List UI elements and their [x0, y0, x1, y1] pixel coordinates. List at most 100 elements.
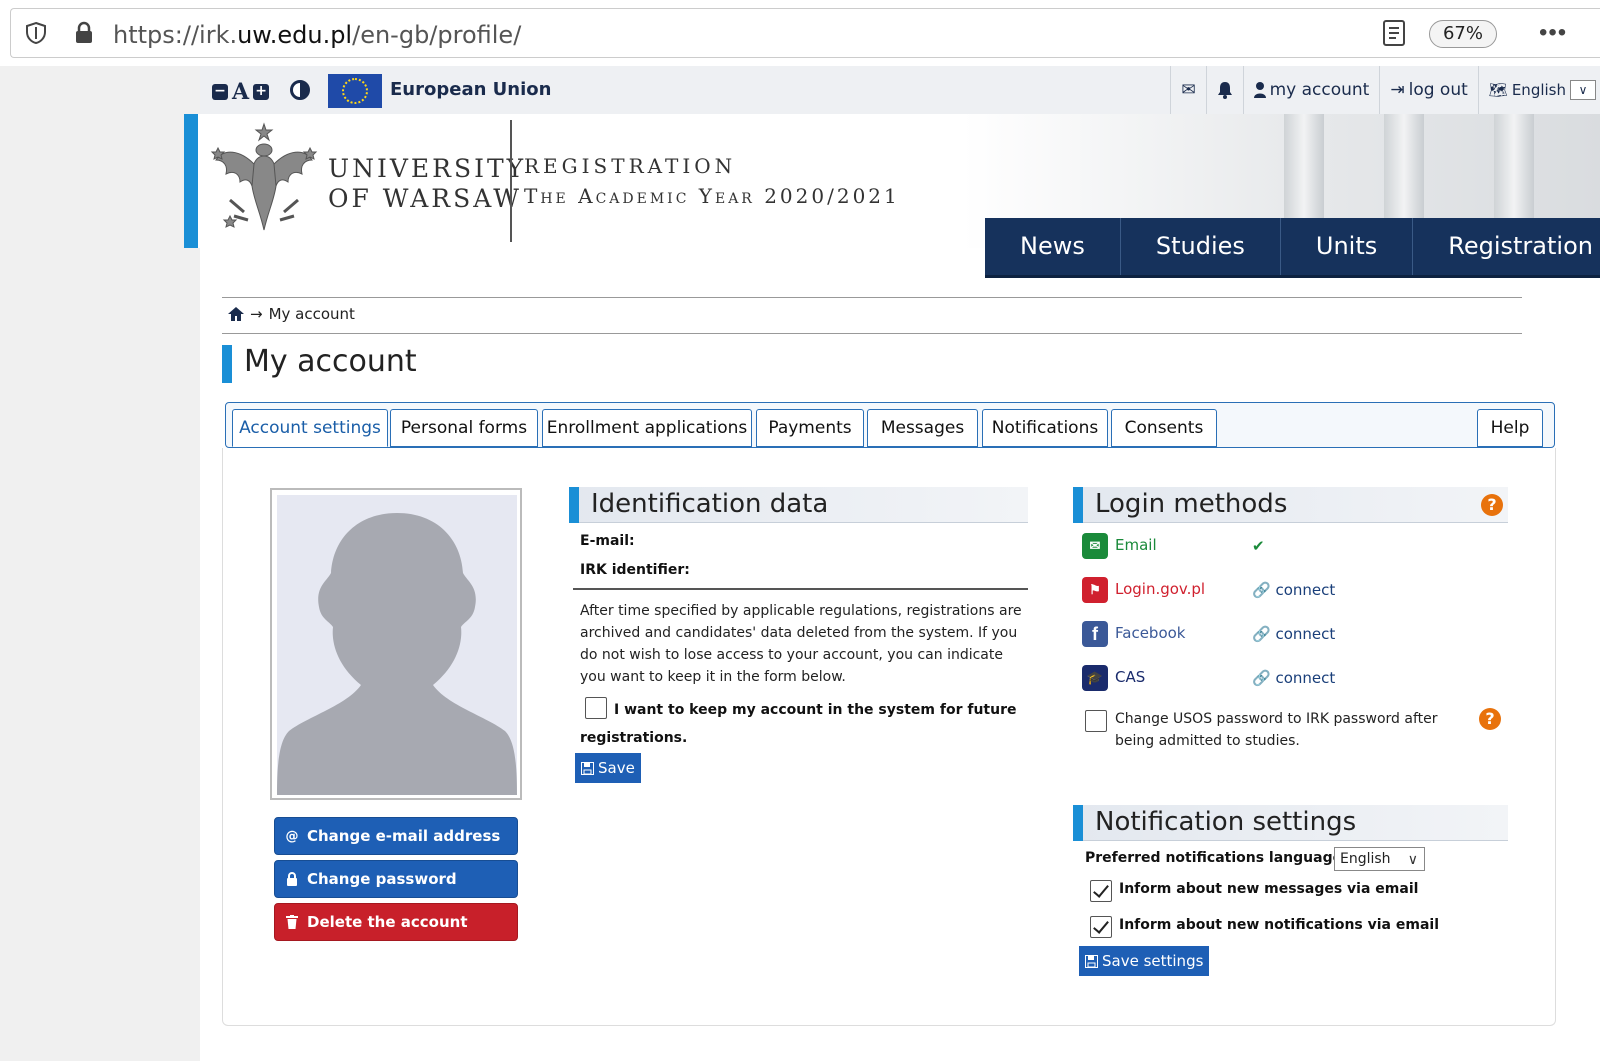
tab-personal-forms[interactable]: Personal forms [390, 409, 538, 447]
main-nav: News Studies Units Registration [985, 218, 1600, 278]
lock-icon [287, 872, 297, 886]
trash-icon [286, 915, 298, 929]
font-size-tools: − A + [212, 79, 270, 105]
tab-enrollment-applications[interactable]: Enrollment applications [542, 409, 752, 447]
language-switcher[interactable]: 🗺 English ∨ [1477, 66, 1600, 114]
identification-header: Identification data [569, 487, 1028, 523]
nav-studies[interactable]: Studies [1121, 218, 1281, 275]
logingov-connect-link[interactable]: 🔗 connect [1252, 581, 1335, 599]
envelope-icon: ✉ [1181, 80, 1196, 100]
top-strip: − A + European Union ✉ my account ⇥ log … [200, 66, 1600, 114]
account-tabs: Account settings Personal forms Enrollme… [225, 402, 1555, 448]
facebook-icon: f [1082, 621, 1108, 647]
my-account-label: my account [1269, 80, 1370, 100]
tab-help[interactable]: Help [1477, 409, 1543, 447]
registration-title: REGISTRATION [524, 154, 737, 178]
profile-photo [270, 488, 522, 800]
change-password-button[interactable]: Change password [274, 860, 518, 898]
envelope-icon: ✉ [1082, 533, 1108, 559]
header-accent-bar [184, 114, 198, 248]
tab-notifications[interactable]: Notifications [982, 409, 1108, 447]
usos-password-checkbox[interactable] [1085, 710, 1107, 732]
sign-out-icon: ⇥ [1390, 80, 1405, 100]
more-actions-icon[interactable]: ••• [1539, 19, 1567, 47]
login-methods-title: Login methods [1095, 489, 1288, 519]
inform-notifications-label[interactable]: Inform about new notifications via email [1119, 917, 1439, 933]
font-size-icon[interactable]: A [232, 79, 249, 105]
chevron-down-icon: ∨ [1407, 852, 1418, 868]
user-icon [1253, 82, 1266, 98]
login-method-email: ✉ Email ✔ [1082, 532, 1265, 560]
mail-link[interactable]: ✉ [1170, 66, 1205, 114]
url-text[interactable]: https://irk.uw.edu.pl/en-gb/profile/ [113, 21, 521, 49]
reader-view-icon[interactable] [1381, 19, 1407, 47]
contrast-icon[interactable] [290, 80, 310, 100]
breadcrumb-arrow: → [250, 305, 263, 323]
usos-password-label[interactable]: Change USOS password to IRK password aft… [1115, 708, 1455, 752]
nav-news[interactable]: News [985, 218, 1121, 275]
delete-account-button[interactable]: Delete the account [274, 903, 518, 941]
login-method-facebook-label: Facebook [1115, 624, 1186, 642]
my-account-link[interactable]: my account [1242, 66, 1380, 114]
bell-icon [1217, 82, 1232, 99]
login-methods-help-icon[interactable]: ? [1481, 494, 1503, 516]
university-eagle-logo[interactable] [210, 120, 318, 242]
eu-flag-icon [328, 74, 382, 108]
nav-registration[interactable]: Registration [1413, 218, 1600, 275]
breadcrumb-current: My account [268, 305, 355, 323]
inform-messages-label[interactable]: Inform about new messages via email [1119, 881, 1418, 897]
log-out-link[interactable]: ⇥ log out [1379, 66, 1477, 114]
tracking-shield-icon[interactable] [25, 21, 47, 45]
inform-messages-checkbox[interactable] [1090, 880, 1112, 902]
save-settings-button[interactable]: Save settings [1079, 946, 1210, 976]
university-name[interactable]: UNIVERSITY OF WARSAW [328, 154, 526, 214]
lock-icon[interactable] [73, 21, 95, 45]
eu-label: European Union [390, 79, 552, 100]
zoom-level-badge[interactable]: 67% [1429, 20, 1497, 48]
page-title-accent [222, 345, 232, 383]
language-icon: 🗺 [1488, 81, 1508, 99]
tab-consents[interactable]: Consents [1111, 409, 1217, 447]
language-label: English [1511, 81, 1566, 99]
tab-messages[interactable]: Messages [867, 409, 978, 447]
delete-account-label: Delete the account [307, 913, 468, 931]
header-divider [510, 120, 512, 242]
address-bar[interactable]: https://irk.uw.edu.pl/en-gb/profile/ 67%… [10, 8, 1600, 58]
login-method-email-label: Email [1115, 536, 1157, 554]
preferred-language-label: Preferred notifications language: [1085, 850, 1348, 866]
nav-units[interactable]: Units [1281, 218, 1414, 275]
save-settings-label: Save settings [1102, 952, 1204, 970]
notifications-link[interactable] [1205, 66, 1243, 114]
email-label: E-mail: [580, 533, 635, 549]
browser-toolbar: https://irk.uw.edu.pl/en-gb/profile/ 67%… [0, 0, 1600, 66]
facebook-connect-link[interactable]: 🔗 connect [1252, 625, 1335, 643]
font-increase-icon[interactable]: + [253, 84, 270, 100]
person-silhouette-icon [277, 513, 517, 795]
inform-notifications-checkbox[interactable] [1090, 916, 1112, 938]
at-sign-icon: @ [285, 828, 299, 844]
breadcrumb-bottom-rule [222, 333, 1522, 334]
change-password-label: Change password [307, 870, 457, 888]
page-title: My account [244, 344, 417, 379]
log-out-label: log out [1408, 80, 1468, 100]
avatar-placeholder [277, 495, 517, 795]
tab-payments[interactable]: Payments [756, 409, 864, 447]
chevron-down-icon[interactable]: ∨ [1570, 80, 1596, 100]
usos-help-icon[interactable]: ? [1479, 708, 1501, 730]
font-decrease-icon[interactable]: − [212, 84, 228, 100]
login-method-cas: 🎓 CAS 🔗 connect [1082, 664, 1335, 692]
flag-icon: ⚑ [1082, 577, 1108, 603]
change-email-button[interactable]: @ Change e-mail address [274, 817, 518, 855]
home-icon[interactable] [228, 307, 244, 321]
cas-connect-link[interactable]: 🔗 connect [1252, 669, 1335, 687]
keep-account-label[interactable]: I want to keep my account in the system … [580, 696, 1020, 752]
preferred-language-select[interactable]: English ∨ [1334, 847, 1425, 871]
notification-settings-title: Notification settings [1095, 807, 1357, 837]
breadcrumb: → My account [228, 305, 355, 323]
login-method-cas-label: CAS [1115, 668, 1146, 686]
login-methods-header: Login methods [1073, 487, 1508, 523]
link-icon: 🔗 [1252, 581, 1271, 599]
tab-account-settings[interactable]: Account settings [232, 409, 388, 447]
archive-notice: After time specified by applicable regul… [580, 603, 1022, 685]
save-button[interactable]: Save [575, 753, 641, 783]
